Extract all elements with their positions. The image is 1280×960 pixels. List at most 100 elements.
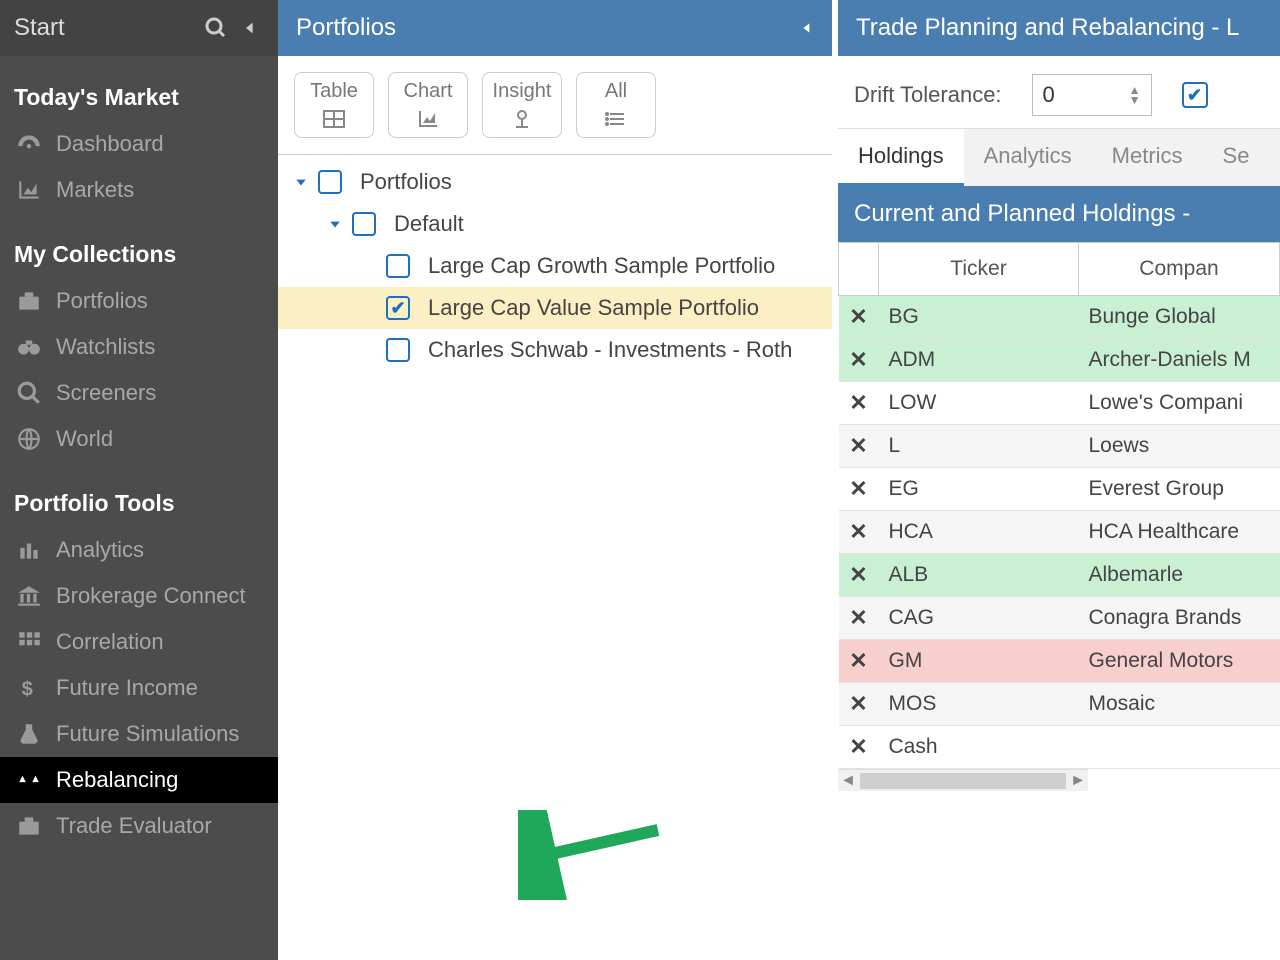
checkbox-checked[interactable] (386, 296, 410, 320)
nav-label: Correlation (56, 629, 164, 655)
nav-correlation[interactable]: Correlation (0, 619, 278, 665)
remove-row-icon[interactable]: ✕ (839, 683, 879, 726)
column-header-ticker[interactable]: Ticker (879, 243, 1079, 296)
nav-future-income[interactable]: $ Future Income (0, 665, 278, 711)
nav-brokerage[interactable]: Brokerage Connect (0, 573, 278, 619)
nav-screeners[interactable]: Screeners (0, 370, 278, 416)
tab-analytics[interactable]: Analytics (964, 129, 1092, 186)
controls-row: Drift Tolerance: 0 ▲▼ (838, 56, 1280, 129)
table-row[interactable]: ✕Cash (839, 726, 1280, 769)
remove-row-icon[interactable]: ✕ (839, 511, 879, 554)
ticker-cell: BG (879, 296, 1079, 339)
view-table-button[interactable]: Table (294, 72, 374, 138)
company-cell: Mosaic (1079, 683, 1280, 726)
table-row[interactable]: ✕GMGeneral Motors (839, 640, 1280, 683)
nav-rebalancing[interactable]: Rebalancing (0, 757, 278, 803)
tab-holdings[interactable]: Holdings (838, 129, 964, 186)
ticker-cell: CAG (879, 597, 1079, 640)
nav-world[interactable]: World (0, 416, 278, 462)
nav-label: Future Income (56, 675, 198, 701)
scroll-left-icon[interactable]: ◄ (838, 772, 858, 790)
flask-icon (14, 721, 44, 747)
tree-label: Portfolios (360, 169, 452, 195)
caret-down-icon[interactable] (326, 215, 344, 233)
nav-label: Screeners (56, 380, 156, 406)
tree-label: Large Cap Value Sample Portfolio (428, 295, 759, 321)
tree-root[interactable]: Portfolios (278, 161, 832, 203)
nav-dashboard[interactable]: Dashboard (0, 121, 278, 167)
tab-more[interactable]: Se (1203, 129, 1270, 186)
view-buttons: Table Chart Insight All (278, 56, 832, 155)
table-row[interactable]: ✕HCAHCA Healthcare (839, 511, 1280, 554)
table-row[interactable]: ✕MOSMosaic (839, 683, 1280, 726)
tab-metrics[interactable]: Metrics (1092, 129, 1203, 186)
remove-row-icon[interactable]: ✕ (839, 425, 879, 468)
nav-watchlists[interactable]: Watchlists (0, 324, 278, 370)
search-icon[interactable] (202, 14, 230, 42)
nav-trade-eval[interactable]: Trade Evaluator (0, 803, 278, 849)
tree-portfolio-item[interactable]: Charles Schwab - Investments - Roth (278, 329, 832, 371)
table-row[interactable]: ✕ADMArcher-Daniels M (839, 339, 1280, 382)
remove-row-icon[interactable]: ✕ (839, 597, 879, 640)
list-icon (602, 107, 630, 131)
table-row[interactable]: ✕ALBAlbemarle (839, 554, 1280, 597)
checkbox[interactable] (318, 170, 342, 194)
remove-row-icon[interactable]: ✕ (839, 382, 879, 425)
remove-row-icon[interactable]: ✕ (839, 339, 879, 382)
company-cell (1079, 726, 1280, 769)
ticker-cell: HCA (879, 511, 1079, 554)
view-all-button[interactable]: All (576, 72, 656, 138)
table-row[interactable]: ✕LLoews (839, 425, 1280, 468)
stepper-arrows-icon[interactable]: ▲▼ (1129, 85, 1141, 105)
tree-label: Large Cap Growth Sample Portfolio (428, 253, 775, 279)
holdings-section-title: Current and Planned Holdings - (838, 186, 1280, 242)
remove-row-icon[interactable]: ✕ (839, 468, 879, 511)
caret-down-icon[interactable] (292, 173, 310, 191)
collapse-left-icon[interactable] (800, 14, 814, 42)
tree-portfolio-item[interactable]: Large Cap Value Sample Portfolio (278, 287, 832, 329)
scroll-right-icon[interactable]: ► (1068, 772, 1088, 790)
ticker-cell: ADM (879, 339, 1079, 382)
scroll-track[interactable] (860, 773, 1066, 789)
column-header-company[interactable]: Compan (1079, 243, 1280, 296)
remove-row-icon[interactable]: ✕ (839, 726, 879, 769)
company-cell: Lowe's Compani (1079, 382, 1280, 425)
table-row[interactable]: ✕BGBunge Global (839, 296, 1280, 339)
tree-label: Charles Schwab - Investments - Roth (428, 337, 792, 363)
collapse-left-icon[interactable] (236, 14, 264, 42)
company-cell: Everest Group (1079, 468, 1280, 511)
tree-portfolio-item[interactable]: Large Cap Growth Sample Portfolio (278, 245, 832, 287)
view-insight-button[interactable]: Insight (482, 72, 562, 138)
table-row[interactable]: ✕CAGConagra Brands (839, 597, 1280, 640)
ticker-cell: LOW (879, 382, 1079, 425)
start-label[interactable]: Start (14, 14, 196, 42)
remove-row-icon[interactable]: ✕ (839, 640, 879, 683)
drift-tolerance-stepper[interactable]: 0 ▲▼ (1032, 74, 1152, 116)
remove-row-icon[interactable]: ✕ (839, 554, 879, 597)
tree-default[interactable]: Default (278, 203, 832, 245)
drift-tolerance-label: Drift Tolerance: (854, 82, 1002, 108)
checkbox[interactable] (386, 254, 410, 278)
nav-label: Markets (56, 177, 134, 203)
table-row[interactable]: ✕EGEverest Group (839, 468, 1280, 511)
checkbox[interactable] (352, 212, 376, 236)
nav-analytics[interactable]: Analytics (0, 527, 278, 573)
ticker-cell: ALB (879, 554, 1079, 597)
globe-icon (14, 426, 44, 452)
nav-portfolios[interactable]: Portfolios (0, 278, 278, 324)
nav-markets[interactable]: Markets (0, 167, 278, 213)
table-row[interactable]: ✕LOWLowe's Compani (839, 382, 1280, 425)
remove-row-icon[interactable]: ✕ (839, 296, 879, 339)
view-label: Insight (493, 80, 552, 103)
horizontal-scrollbar[interactable]: ◄ ► (838, 769, 1088, 791)
microscope-icon (508, 107, 536, 131)
checkbox[interactable] (386, 338, 410, 362)
nav-label: Brokerage Connect (56, 583, 246, 609)
view-chart-button[interactable]: Chart (388, 72, 468, 138)
company-cell: Albemarle (1079, 554, 1280, 597)
line-chart-icon (414, 107, 442, 131)
briefcase-icon (14, 813, 44, 839)
company-cell: Bunge Global (1079, 296, 1280, 339)
checkbox-checked[interactable] (1182, 82, 1208, 108)
nav-future-sim[interactable]: Future Simulations (0, 711, 278, 757)
